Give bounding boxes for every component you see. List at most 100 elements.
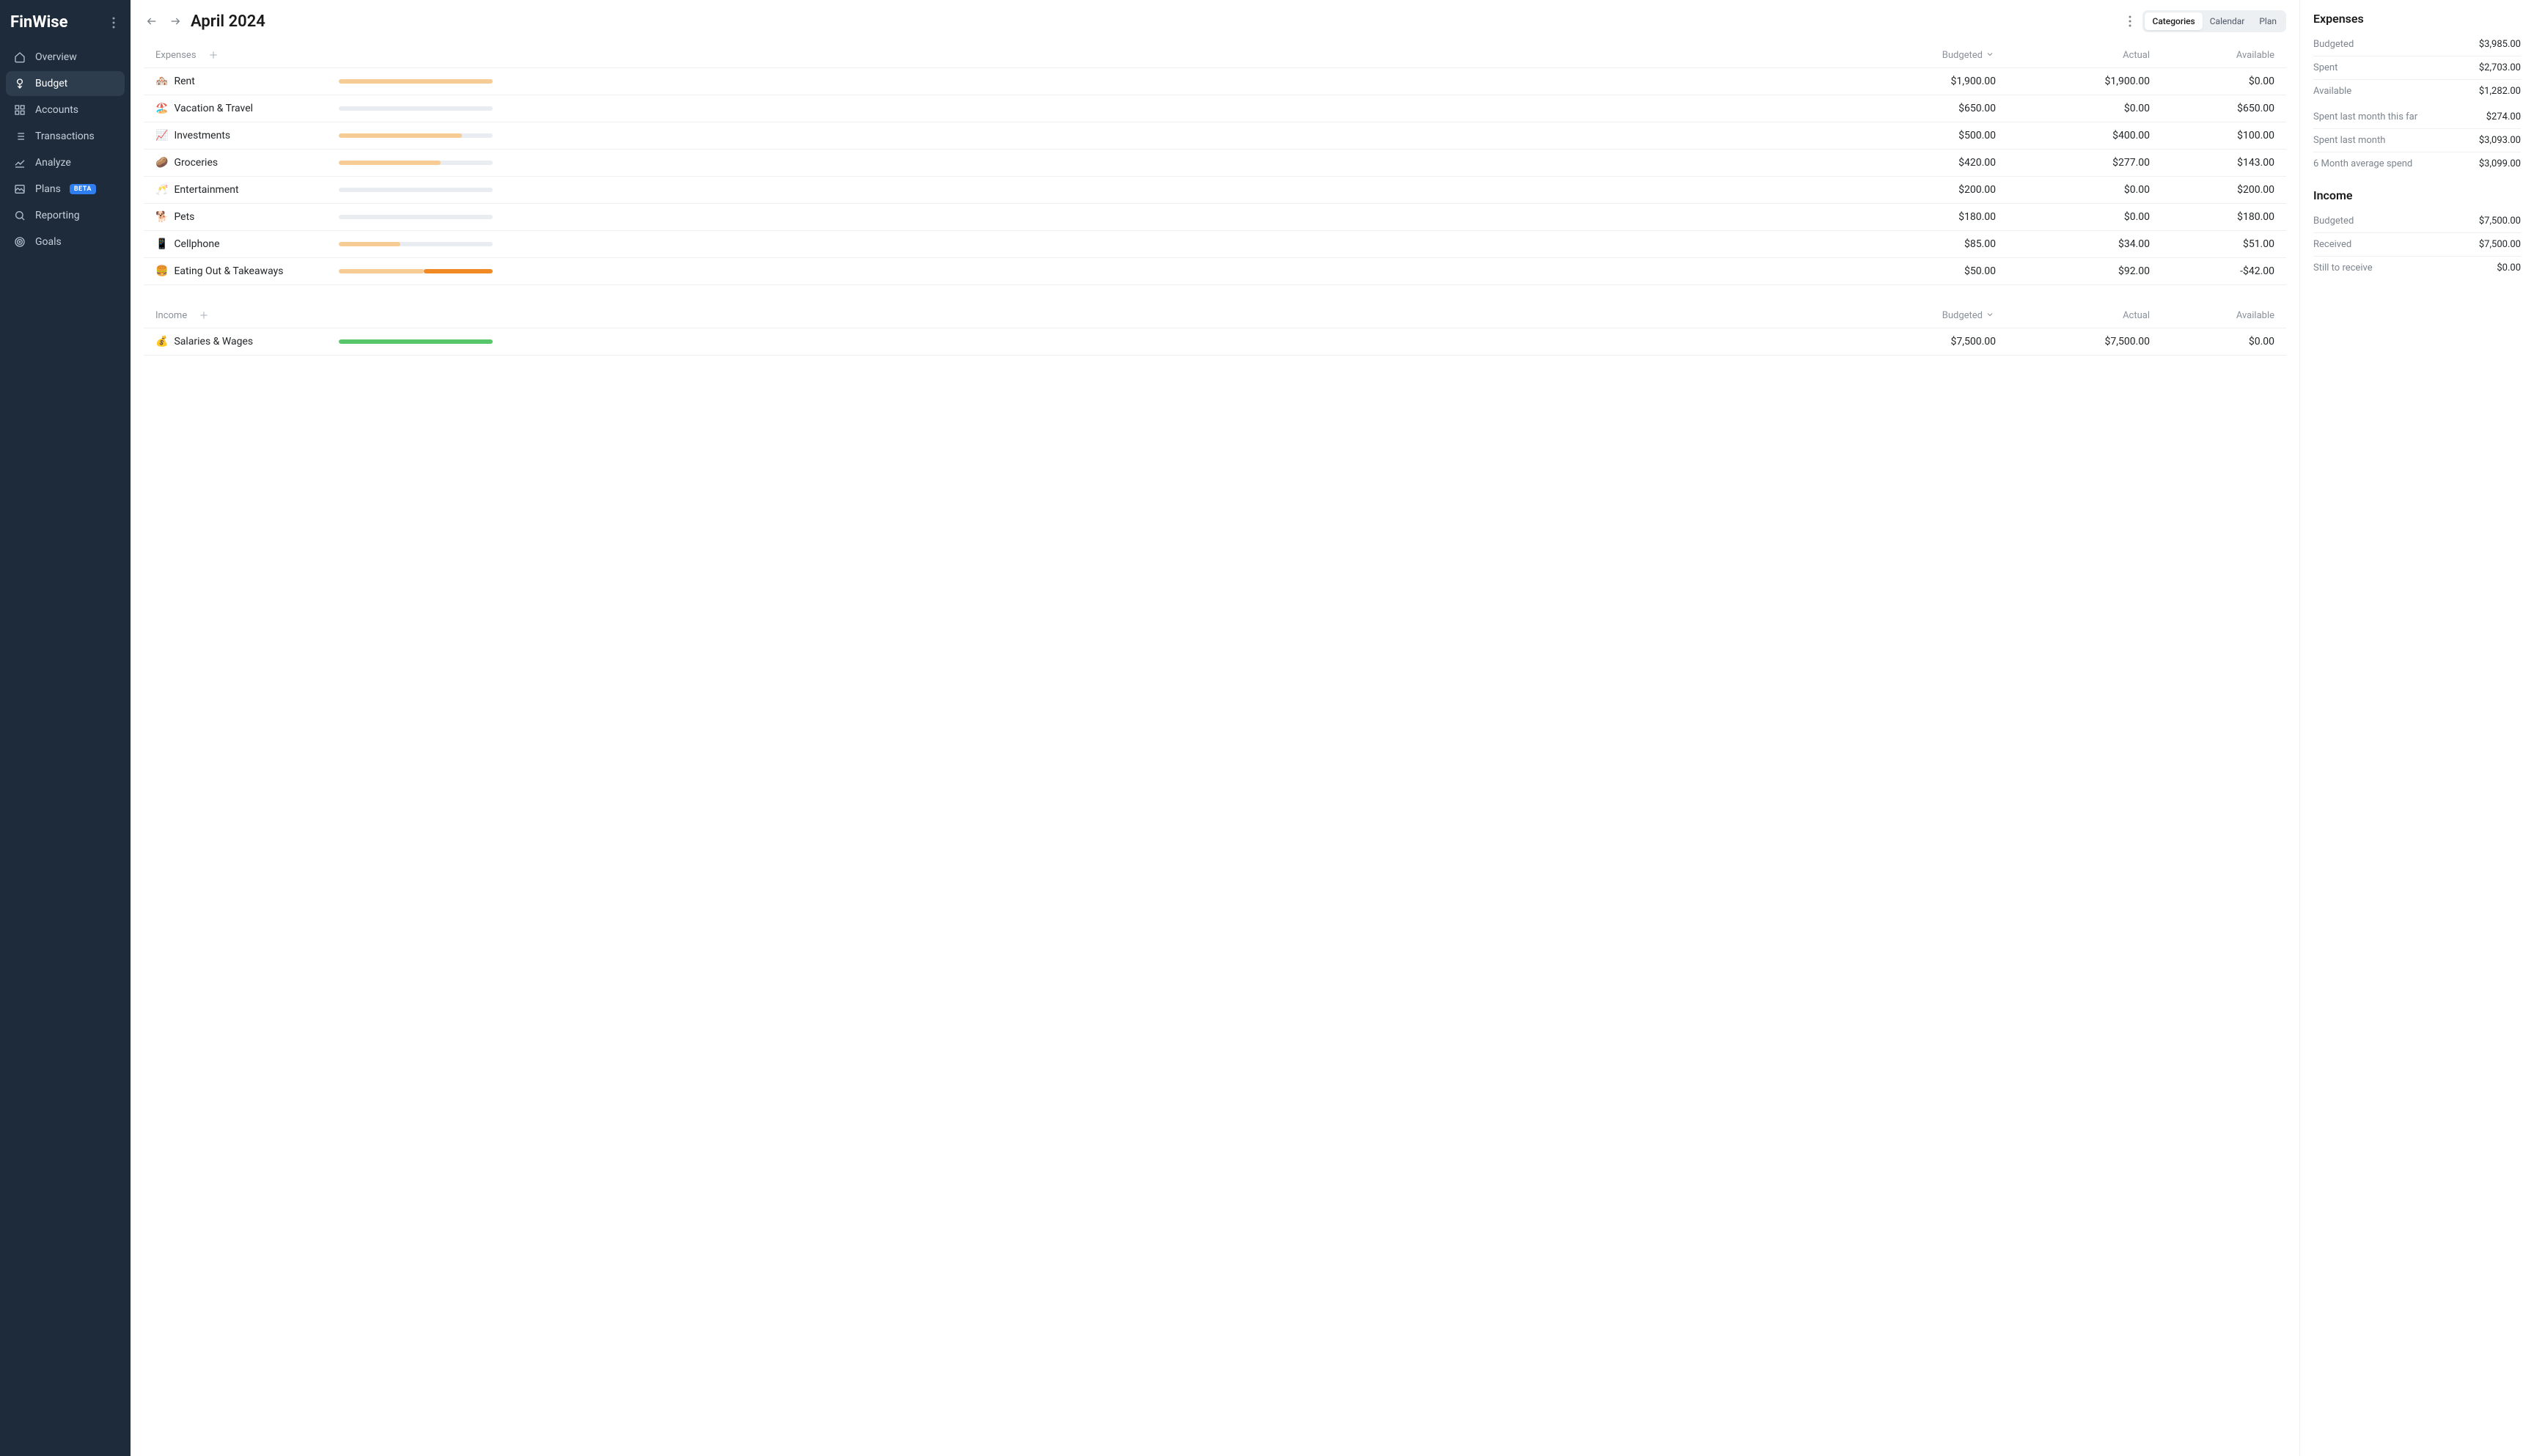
nav-overview[interactable]: Overview bbox=[6, 45, 125, 70]
row-available-value: $51.00 bbox=[2150, 238, 2274, 250]
summary-row: Received$7,500.00 bbox=[2313, 233, 2521, 257]
budget-row[interactable]: 📈 Investments $500.00 $400.00 $100.00 bbox=[144, 122, 2286, 150]
summary-label: Budgeted bbox=[2313, 216, 2354, 227]
category-emoji: 💰 bbox=[155, 336, 168, 348]
budget-row[interactable]: 🍔 Eating Out & Takeaways $50.00 $92.00 -… bbox=[144, 258, 2286, 285]
category-emoji: 📱 bbox=[155, 238, 168, 250]
budget-row[interactable]: 📱 Cellphone $85.00 $34.00 $51.00 bbox=[144, 231, 2286, 258]
category-name: Groceries bbox=[174, 157, 218, 169]
nav-label: Reporting bbox=[35, 210, 80, 221]
category-name: Rent bbox=[174, 76, 194, 87]
summary-row: Spent last month this far $274.00 bbox=[2313, 106, 2521, 129]
nav-budget[interactable]: Budget bbox=[6, 71, 125, 96]
content-more-icon[interactable] bbox=[2123, 12, 2137, 30]
col-actual-label: Actual bbox=[2025, 50, 2150, 61]
home-icon bbox=[13, 51, 26, 64]
category-emoji: 🐕 bbox=[155, 211, 168, 223]
row-actual-value: $0.00 bbox=[2025, 184, 2150, 196]
row-available-value: $650.00 bbox=[2150, 103, 2274, 114]
brand-title: FinWise bbox=[10, 13, 67, 32]
budget-row[interactable]: 🏘️ Rent $1,900.00 $1,900.00 $0.00 bbox=[144, 68, 2286, 95]
category-name: Cellphone bbox=[174, 238, 219, 250]
summary-panel: Expenses Budgeted$3,985.00Spent$2,703.00… bbox=[2299, 0, 2534, 1456]
tab-plan[interactable]: Plan bbox=[2252, 12, 2284, 30]
row-budgeted-value: $7,500.00 bbox=[507, 336, 1996, 348]
nav-transactions[interactable]: Transactions bbox=[6, 124, 125, 149]
summary-value: $0.00 bbox=[2497, 262, 2521, 273]
row-actual-value: $277.00 bbox=[2025, 157, 2150, 169]
progress-bar bbox=[339, 242, 493, 246]
row-actual-value: $7,500.00 bbox=[2025, 336, 2150, 348]
col-available-label: Available bbox=[2150, 310, 2274, 321]
expenses-section-header: Expenses Budgeted Actual Available bbox=[144, 40, 2286, 67]
category-emoji: 🥂 bbox=[155, 184, 168, 196]
row-available-value: $0.00 bbox=[2150, 336, 2274, 348]
chart-icon bbox=[13, 156, 26, 169]
row-budgeted-value: $420.00 bbox=[507, 157, 1996, 169]
budget-row[interactable]: 🐕 Pets $180.00 $0.00 $180.00 bbox=[144, 204, 2286, 231]
nav-label: Goals bbox=[35, 236, 62, 248]
progress-bar bbox=[339, 215, 493, 219]
summary-value: $7,500.00 bbox=[2479, 239, 2521, 250]
progress-bar bbox=[339, 133, 493, 138]
row-available-value: $100.00 bbox=[2150, 130, 2274, 141]
nav-label: Budget bbox=[35, 78, 67, 89]
summary-value: $274.00 bbox=[2486, 111, 2521, 122]
tab-categories[interactable]: Categories bbox=[2145, 12, 2202, 30]
budget-row[interactable]: 🥔 Groceries $420.00 $277.00 $143.00 bbox=[144, 150, 2286, 177]
nav-label: Accounts bbox=[35, 104, 78, 116]
next-month-button[interactable] bbox=[167, 13, 183, 29]
nav-goals[interactable]: Goals bbox=[6, 229, 125, 254]
chevron-down-icon bbox=[1986, 310, 1996, 320]
row-actual-value: $0.00 bbox=[2025, 103, 2150, 114]
summary-value: $3,985.00 bbox=[2479, 39, 2521, 50]
progress-bar bbox=[339, 339, 493, 344]
image-icon bbox=[13, 183, 26, 196]
summary-row: Budgeted$7,500.00 bbox=[2313, 210, 2521, 233]
col-available-label: Available bbox=[2150, 50, 2274, 61]
nav-analyze[interactable]: Analyze bbox=[6, 150, 125, 175]
search-icon bbox=[13, 209, 26, 222]
summary-label: Spent bbox=[2313, 62, 2337, 73]
panel-income-title: Income bbox=[2313, 188, 2521, 202]
nav-reporting[interactable]: Reporting bbox=[6, 203, 125, 228]
summary-label: Budgeted bbox=[2313, 39, 2354, 50]
category-name: Salaries & Wages bbox=[174, 336, 253, 348]
budget-row[interactable]: 💰 Salaries & Wages $7,500.00 $7,500.00 $… bbox=[144, 328, 2286, 356]
add-expense-button[interactable] bbox=[207, 48, 220, 62]
section-title: Income bbox=[155, 310, 187, 321]
budget-row[interactable]: 🥂 Entertainment $200.00 $0.00 $200.00 bbox=[144, 177, 2286, 204]
summary-label: Spent last month this far bbox=[2313, 111, 2417, 122]
category-emoji: 🥔 bbox=[155, 157, 168, 169]
row-available-value: $0.00 bbox=[2150, 76, 2274, 87]
summary-value: $2,703.00 bbox=[2479, 62, 2521, 73]
nav-label: Plans bbox=[35, 183, 61, 195]
progress-bar bbox=[339, 79, 493, 84]
summary-label: Spent last month bbox=[2313, 135, 2385, 146]
summary-row: Budgeted $3,985.00 bbox=[2313, 33, 2521, 56]
tab-calendar[interactable]: Calendar bbox=[2203, 12, 2252, 30]
row-budgeted-value: $200.00 bbox=[507, 184, 1996, 196]
category-name: Pets bbox=[174, 211, 194, 223]
col-budgeted-label[interactable]: Budgeted bbox=[1942, 310, 1983, 321]
summary-value: $3,099.00 bbox=[2479, 158, 2521, 169]
summary-row: Available$1,282.00 bbox=[2313, 80, 2521, 103]
nav-accounts[interactable]: Accounts bbox=[6, 98, 125, 122]
section-title: Expenses bbox=[155, 50, 197, 61]
row-available-value: -$42.00 bbox=[2150, 265, 2274, 277]
row-available-value: $143.00 bbox=[2150, 157, 2274, 169]
sidebar-more-icon[interactable] bbox=[107, 14, 120, 32]
budget-row[interactable]: 🏖️ Vacation & Travel $650.00 $0.00 $650.… bbox=[144, 95, 2286, 122]
category-name: Vacation & Travel bbox=[174, 103, 253, 114]
add-income-button[interactable] bbox=[197, 309, 210, 322]
nav-plans[interactable]: Plans BETA bbox=[6, 177, 125, 202]
col-budgeted-label[interactable]: Budgeted bbox=[1942, 50, 1983, 61]
row-actual-value: $0.00 bbox=[2025, 211, 2150, 223]
row-budgeted-value: $180.00 bbox=[507, 211, 1996, 223]
row-available-value: $200.00 bbox=[2150, 184, 2274, 196]
summary-row: Still to receive$0.00 bbox=[2313, 257, 2521, 279]
month-title: April 2024 bbox=[191, 12, 265, 31]
progress-bar bbox=[339, 161, 493, 165]
summary-row: Spent $2,703.00 bbox=[2313, 56, 2521, 80]
prev-month-button[interactable] bbox=[144, 13, 160, 29]
